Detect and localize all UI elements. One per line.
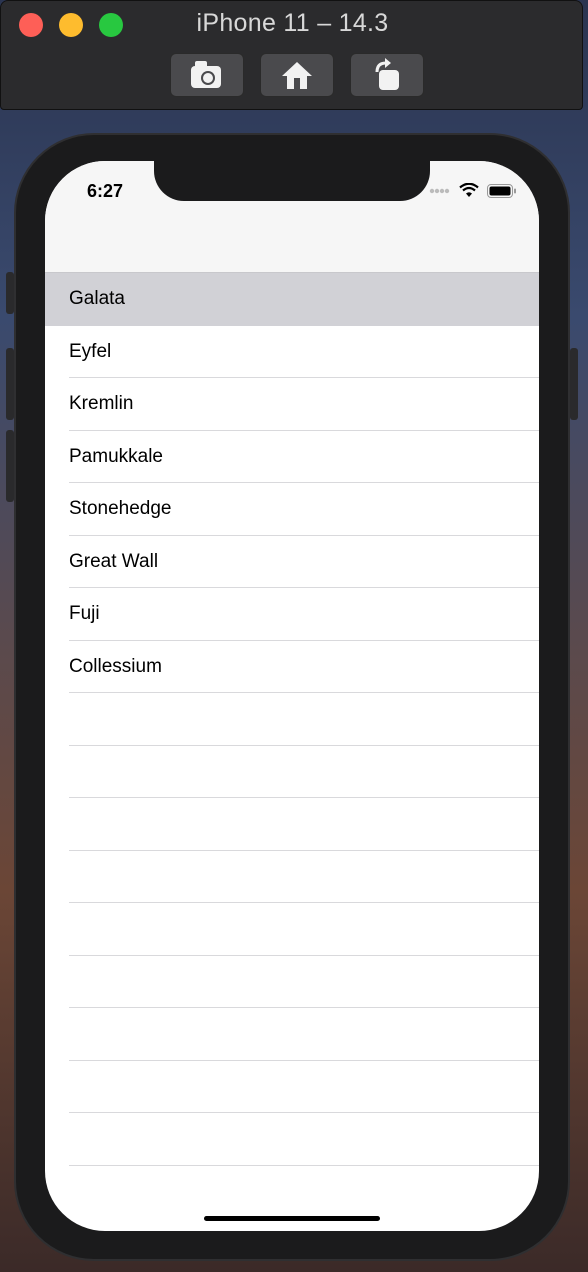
empty-table-row bbox=[45, 851, 539, 903]
empty-table-row bbox=[45, 1113, 539, 1166]
empty-table-row bbox=[45, 903, 539, 956]
wifi-icon bbox=[459, 183, 479, 197]
screenshot-icon bbox=[191, 61, 221, 88]
row-separator bbox=[69, 1164, 539, 1166]
row-label: Fuji bbox=[69, 603, 100, 624]
volume-down-button bbox=[6, 430, 14, 502]
empty-table-row bbox=[45, 956, 539, 1008]
table-row-fuji[interactable]: Fuji bbox=[45, 588, 539, 641]
power-button bbox=[570, 348, 578, 420]
mute-switch bbox=[6, 272, 14, 314]
row-label: Kremlin bbox=[69, 393, 134, 414]
rotate-icon bbox=[375, 58, 399, 90]
status-icons bbox=[429, 183, 517, 198]
empty-table-row bbox=[45, 1061, 539, 1113]
signal-icon bbox=[429, 188, 450, 193]
table-row-kremlin[interactable]: Kremlin bbox=[45, 378, 539, 431]
table-row-collessium[interactable]: Collessium bbox=[45, 641, 539, 693]
empty-table-row bbox=[45, 798, 539, 851]
table-row-stonehedge[interactable]: Stonehedge bbox=[45, 483, 539, 536]
row-label: Stonehedge bbox=[69, 498, 172, 519]
notch bbox=[154, 161, 430, 201]
rotate-button[interactable] bbox=[350, 53, 424, 97]
table-view[interactable]: Galata Eyfel Kremlin Pamukkale Stonehedg… bbox=[45, 273, 539, 1166]
row-label: Pamukkale bbox=[69, 445, 163, 467]
status-time: 6:27 bbox=[87, 181, 124, 201]
empty-table-row bbox=[45, 1008, 539, 1061]
navigation-bar bbox=[45, 221, 539, 273]
row-label: Eyfel bbox=[69, 340, 112, 362]
row-label: Collessium bbox=[69, 655, 162, 677]
simulator-titlebar: iPhone 11 – 14.3 bbox=[0, 0, 583, 110]
battery-icon bbox=[487, 183, 516, 198]
row-label: Galata bbox=[69, 288, 125, 309]
home-indicator[interactable] bbox=[204, 1216, 380, 1221]
row-label: Great Wall bbox=[69, 550, 159, 572]
empty-table-row bbox=[45, 746, 539, 798]
table-row-great-wall[interactable]: Great Wall bbox=[45, 536, 539, 588]
home-button[interactable] bbox=[260, 53, 334, 97]
window-title: iPhone 11 – 14.3 bbox=[196, 9, 389, 37]
phone-screen: 6:27 Galata Eyfel Kremlin Pamukkale Ston… bbox=[45, 161, 539, 1231]
table-row-eyfel[interactable]: Eyfel bbox=[45, 326, 539, 378]
volume-up-button bbox=[6, 348, 14, 420]
table-row-galata[interactable]: Galata bbox=[45, 273, 539, 326]
home-icon bbox=[282, 62, 312, 89]
table-row-pamukkale[interactable]: Pamukkale bbox=[45, 431, 539, 483]
screenshot-button[interactable] bbox=[170, 53, 244, 97]
empty-table-row bbox=[45, 693, 539, 746]
